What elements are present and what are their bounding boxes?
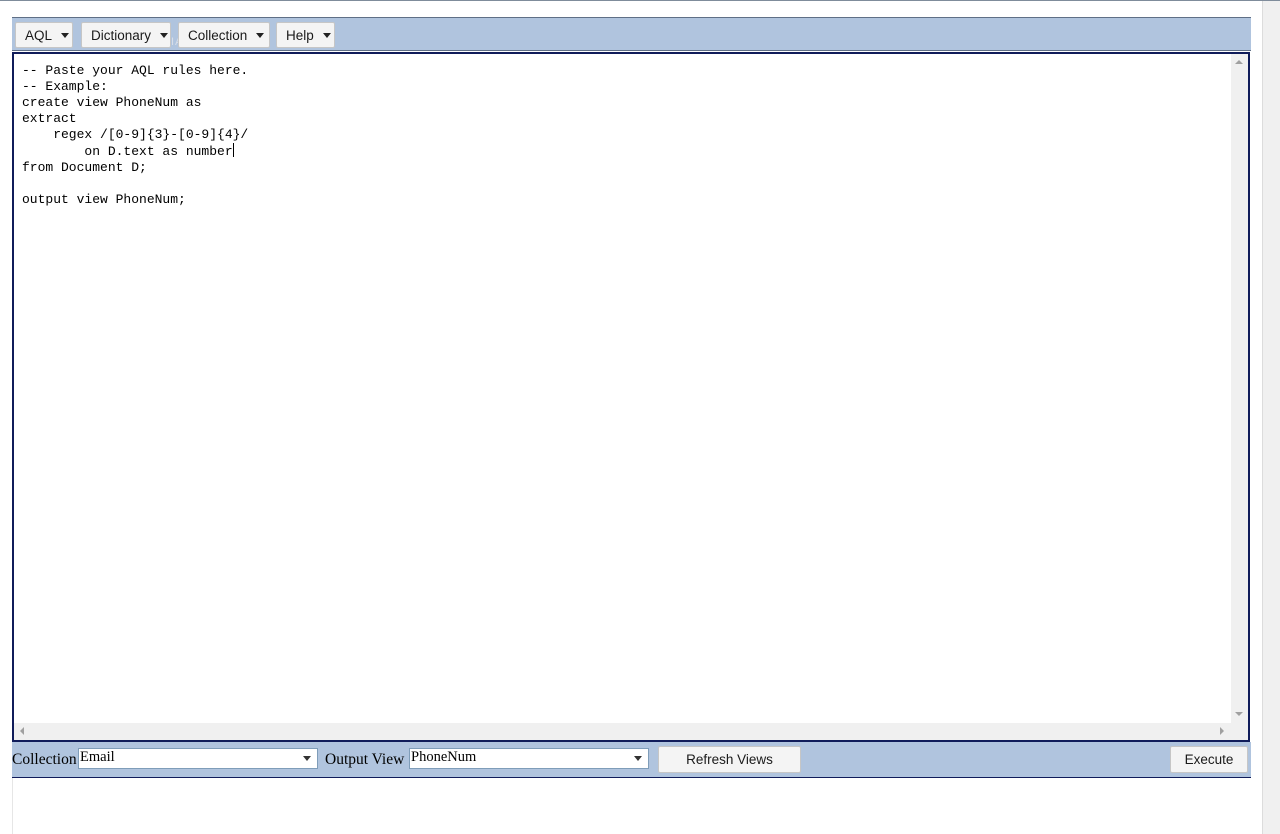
collection-menu-button[interactable]: Collection (178, 22, 270, 48)
chevron-down-icon (61, 32, 70, 38)
code-area[interactable]: -- Paste your AQL rules here. -- Example… (22, 63, 248, 208)
output-view-label: Output View (325, 751, 405, 768)
page-scrollbar[interactable] (1262, 1, 1280, 834)
aql-menu-label: AQL (25, 27, 53, 43)
output-view-select[interactable]: PhoneNum (409, 748, 649, 769)
code-line: output view PhoneNum; (22, 192, 186, 207)
bottom-bar: Collection Email Output View PhoneNum Re… (12, 742, 1251, 778)
window-top-border (0, 0, 1280, 1)
code-line: -- Example: (22, 79, 108, 94)
help-menu-button[interactable]: Help (276, 22, 335, 48)
code-line: create view PhoneNum as (22, 95, 202, 110)
chevron-down-icon[interactable] (300, 751, 315, 766)
code-line: regex /[0-9]{3}-[0-9]{4}/ (22, 127, 249, 142)
scrollbar-corner (1231, 723, 1248, 740)
scroll-down-icon[interactable] (1235, 712, 1243, 716)
aql-menu-button[interactable]: AQL (15, 22, 73, 48)
refresh-views-button[interactable]: Refresh Views (658, 746, 801, 773)
scroll-up-icon[interactable] (1235, 60, 1243, 64)
collection-label: Collection (12, 751, 77, 768)
code-line: -- Paste your AQL rules here. (22, 63, 249, 78)
collection-menu-label: Collection (188, 27, 248, 43)
execute-button[interactable]: Execute (1170, 746, 1248, 773)
collection-select-value: Email (80, 749, 115, 765)
frame-left-border (12, 778, 13, 834)
collection-select[interactable]: Email (78, 748, 318, 769)
scroll-right-icon[interactable] (1220, 727, 1224, 735)
editor-horizontal-scrollbar[interactable] (14, 723, 1231, 740)
chevron-down-icon (160, 32, 169, 38)
code-line: from Document D; (22, 160, 147, 175)
menu-bar: SOFTPEDIA AQL Dictionary Collection Help (12, 17, 1251, 51)
text-cursor (232, 143, 234, 157)
dictionary-menu-label: Dictionary (91, 27, 152, 43)
aql-editor[interactable]: -- Paste your AQL rules here. -- Example… (12, 52, 1250, 742)
chevron-down-icon (256, 32, 265, 38)
editor-vertical-scrollbar[interactable] (1231, 54, 1248, 724)
output-view-select-value: PhoneNum (411, 749, 477, 765)
dictionary-menu-button[interactable]: Dictionary (81, 22, 171, 48)
code-line: extract (22, 111, 77, 126)
chevron-down-icon (322, 32, 331, 38)
code-line: on D.text as number (22, 144, 233, 159)
scroll-left-icon[interactable] (20, 727, 24, 735)
help-menu-label: Help (286, 27, 314, 43)
chevron-down-icon[interactable] (631, 751, 646, 766)
